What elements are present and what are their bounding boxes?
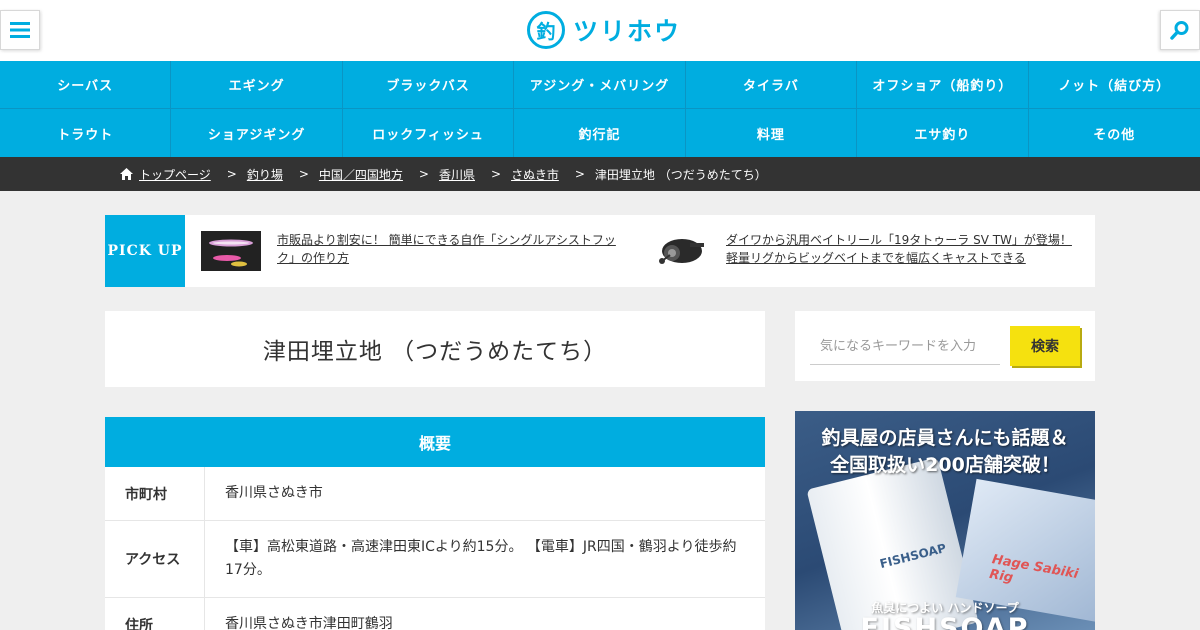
header-search-button[interactable] — [1160, 10, 1200, 50]
row-key: 住所 — [105, 598, 205, 630]
pickup-article-title: ダイワから汎用ベイトリール「19タトゥーラ SV TW」が登場！軽量リグからビッ… — [726, 233, 1072, 265]
search-input[interactable] — [810, 329, 1000, 365]
category-bait-fishing[interactable]: エサ釣り — [857, 109, 1029, 157]
breadcrumb-separator: > — [226, 167, 237, 181]
category-tairaba[interactable]: タイラバ — [685, 61, 858, 109]
breadcrumb-separator: > — [418, 167, 429, 181]
pickup-bar: PICK UP 市販品より割安に！ 簡単にできる自作「シングルアシストフック」の… — [105, 215, 1095, 287]
row-key: アクセス — [105, 521, 205, 597]
page-title: 津田埋立地 （つだうめたてち） — [262, 339, 608, 365]
category-rockfish[interactable]: ロックフィッシュ — [343, 109, 515, 157]
pickup-label: PICK UP — [105, 215, 185, 287]
category-nav: シーバス エギング ブラックバス アジング・メバリング タイラバ オフショア（船… — [0, 61, 1200, 157]
breadcrumb-home[interactable]: トップページ — [120, 166, 211, 183]
logo-mark: 釣 — [527, 11, 565, 49]
pickup-thumbnail-jig — [201, 231, 261, 271]
category-fishing-report[interactable]: 釣行記 — [514, 109, 686, 157]
breadcrumb-item-prefecture[interactable]: 香川県 — [439, 166, 475, 183]
pickup-thumbnail-reel — [650, 231, 710, 271]
category-trout[interactable]: トラウト — [0, 109, 172, 157]
search-button[interactable]: 検索 — [1010, 326, 1080, 366]
breadcrumb-item-spots[interactable]: 釣り場 — [247, 166, 283, 183]
home-icon — [120, 168, 133, 180]
breadcrumb-item-region[interactable]: 中国／四国地方 — [319, 166, 403, 183]
category-shore-jigging[interactable]: ショアジギング — [171, 109, 343, 157]
ad-banner[interactable]: FISHSOAP Hage Sabiki Rig 釣具屋の店員さんにも話題＆ 全… — [795, 411, 1095, 630]
breadcrumb-current: 津田埋立地 （つだうめたてち） — [594, 167, 767, 182]
row-value: 香川県さぬき市 — [225, 485, 323, 501]
site-header: 釣 ツリホウ — [0, 0, 1200, 61]
logo-text: ツリホウ — [573, 17, 682, 46]
breadcrumb-separator: > — [574, 167, 585, 181]
row-value: 香川県さぬき市津田町鶴羽 — [225, 616, 393, 630]
menu-button[interactable] — [0, 10, 40, 50]
ad-brand: FISHSOAP — [860, 613, 1030, 630]
table-row: アクセス 【車】高松東道路・高速津田東ICより約15分。 【電車】JR四国・鶴羽… — [105, 521, 765, 598]
pickup-article-title: 市販品より割安に！ 簡単にできる自作「シングルアシストフック」の作り方 — [277, 233, 616, 265]
category-ajing-mebaring[interactable]: アジング・メバリング — [514, 61, 686, 109]
breadcrumb-item-city[interactable]: さぬき市 — [511, 166, 559, 183]
ad-headline-line-2: 全国取扱い200店舗突破！ — [830, 454, 1060, 476]
category-cooking[interactable]: 料理 — [686, 109, 858, 157]
category-other[interactable]: その他 — [1029, 109, 1200, 157]
ad-headline: 釣具屋の店員さんにも話題＆ 全国取扱い200店舗突破！ — [795, 425, 1095, 479]
row-value: 【車】高松東道路・高速津田東ICより約15分。 【電車】JR四国・鶴羽より徒歩約… — [225, 539, 737, 578]
table-row: 市町村 香川県さぬき市 — [105, 467, 765, 521]
row-key: 市町村 — [105, 467, 205, 520]
article-title-card: 津田埋立地 （つだうめたてち） — [105, 311, 765, 387]
overview-table: 概要 市町村 香川県さぬき市 アクセス 【車】高松東道路・高速津田東ICより約1… — [105, 417, 765, 630]
pickup-article[interactable]: 市販品より割安に！ 簡単にできる自作「シングルアシストフック」の作り方 — [201, 231, 631, 271]
table-row: 住所 香川県さぬき市津田町鶴羽 — [105, 598, 765, 630]
category-seabass[interactable]: シーバス — [0, 61, 172, 109]
breadcrumb-home-label: トップページ — [139, 167, 211, 182]
breadcrumb-separator: > — [298, 167, 309, 181]
breadcrumb-separator: > — [491, 167, 502, 181]
category-black-bass[interactable]: ブラックバス — [342, 61, 515, 109]
pickup-article[interactable]: ダイワから汎用ベイトリール「19タトゥーラ SV TW」が登場！軽量リグからビッ… — [650, 231, 1080, 271]
ad-headline-line-1: 釣具屋の店員さんにも話題＆ — [821, 427, 1069, 449]
breadcrumb: トップページ > 釣り場 > 中国／四国地方 > 香川県 > さぬき市 > 津田… — [0, 157, 1200, 191]
category-eging[interactable]: エギング — [171, 61, 343, 109]
sidebar-search: 検索 — [795, 311, 1095, 381]
site-logo[interactable]: 釣 ツリホウ — [527, 11, 681, 49]
overview-heading: 概要 — [105, 417, 765, 467]
hamburger-menu-icon — [10, 22, 30, 38]
category-offshore[interactable]: オフショア（船釣り） — [857, 61, 1029, 109]
category-knot[interactable]: ノット（結び方） — [1028, 61, 1200, 109]
search-icon — [1170, 21, 1189, 40]
